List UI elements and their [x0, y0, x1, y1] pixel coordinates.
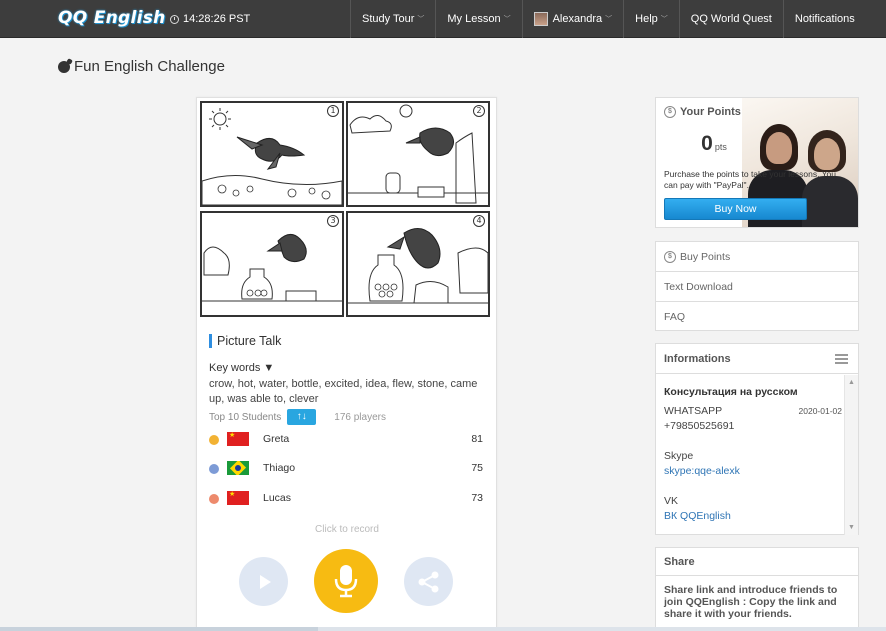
- whatsapp-label: WHATSAPP: [664, 405, 723, 417]
- informations-header: Informations: [656, 344, 858, 374]
- quick-links: $ Buy Points Text Download FAQ: [655, 241, 859, 331]
- panel-number: 1: [327, 105, 339, 117]
- chevron-down-icon: ﹀: [660, 16, 668, 23]
- nav-notifications[interactable]: Notifications: [782, 0, 866, 38]
- key-words-toggle[interactable]: Key words ▼: [209, 362, 274, 374]
- buy-now-button[interactable]: Buy Now: [664, 198, 807, 220]
- nav-study-tour[interactable]: Study Tour ﹀: [350, 0, 435, 38]
- student-row: Lucas 73: [209, 489, 483, 507]
- clock-time: 14:28:26 PST: [183, 13, 251, 25]
- play-icon: [259, 574, 271, 589]
- skype-label: Skype: [664, 450, 694, 462]
- student-score: 73: [471, 492, 483, 504]
- points-value: 0 pts: [701, 132, 727, 155]
- student-name: Thiago: [263, 462, 296, 474]
- top-students-label: Top 10 Students: [209, 411, 282, 423]
- china-flag-icon: [227, 431, 249, 446]
- page-title: Fun English Challenge: [58, 58, 225, 75]
- top-students-header: Top 10 Students ↑↓ 176 players: [209, 409, 386, 425]
- panel-number: 4: [473, 215, 485, 227]
- informations-scrollbar[interactable]: ▲ ▼: [844, 375, 858, 535]
- horizontal-scrollbar[interactable]: [0, 627, 886, 631]
- chevron-down-icon: ﹀: [503, 16, 511, 23]
- scroll-down-icon[interactable]: ▼: [848, 524, 855, 531]
- top-navigation-bar: QQ English 14:28:26 PST Study Tour ﹀ My L…: [0, 0, 886, 38]
- buy-points-link[interactable]: $ Buy Points: [656, 242, 858, 272]
- share-button[interactable]: [404, 557, 453, 606]
- nav-user-menu[interactable]: Alexandra ﹀: [521, 0, 624, 38]
- comic-panel-4: 4: [346, 211, 490, 317]
- student-score: 81: [471, 433, 483, 445]
- chevron-down-icon: ﹀: [417, 16, 425, 23]
- faq-link[interactable]: FAQ: [656, 302, 858, 332]
- chevron-down-icon: ﹀: [605, 16, 613, 23]
- nav-help[interactable]: Help ﹀: [623, 0, 679, 38]
- crow-thinking-illustration: [348, 104, 488, 204]
- players-count: 176 players: [334, 411, 386, 423]
- coin-icon: $: [664, 106, 676, 118]
- scroll-up-icon[interactable]: ▲: [848, 379, 855, 386]
- clock-icon: [170, 14, 179, 24]
- panel-number: 2: [473, 105, 485, 117]
- points-panel: $ Your Points 0 pts Purchase the points t…: [655, 97, 859, 228]
- share-panel: Share Share link and introduce friends t…: [655, 547, 859, 631]
- avatar: [533, 12, 548, 26]
- panel-number: 3: [327, 215, 339, 227]
- crow-flying-illustration: [202, 108, 342, 205]
- coin-icon: $: [664, 250, 676, 263]
- student-row: Greta 81: [209, 430, 483, 448]
- microphone-icon: [334, 565, 358, 598]
- informations-content: Консультация на русском WHATSAPP 2020-01…: [656, 375, 842, 535]
- play-button[interactable]: [239, 557, 288, 606]
- list-icon[interactable]: [835, 353, 848, 364]
- silver-medal-icon: [209, 461, 219, 475]
- informations-panel: Informations Консультация на русском WHA…: [655, 343, 859, 535]
- info-date: 2020-01-02: [798, 406, 842, 416]
- main-nav: Study Tour ﹀ My Lesson ﹀ Alexandra ﹀ Help ﹀ …: [350, 0, 866, 38]
- skype-link[interactable]: skype:qqe-alexk: [664, 464, 842, 479]
- share-title: Share: [656, 548, 858, 576]
- bronze-medal-icon: [209, 491, 219, 505]
- nav-my-lesson[interactable]: My Lesson ﹀: [435, 0, 521, 38]
- student-score: 75: [471, 462, 483, 474]
- student-name: Lucas: [263, 492, 292, 504]
- record-hint: Click to record: [315, 524, 379, 535]
- qq-english-logo[interactable]: QQ English: [58, 8, 166, 32]
- share-description: Share link and introduce friends to join…: [664, 584, 838, 620]
- sort-button[interactable]: ↑↓: [287, 409, 317, 425]
- crow-drinking-illustration: [348, 228, 488, 304]
- bomb-icon: [58, 60, 70, 73]
- record-button[interactable]: [314, 549, 378, 613]
- points-title: $ Your Points: [664, 106, 741, 118]
- comic-strip: 1 2 3 4: [200, 101, 494, 319]
- scrollbar-thumb[interactable]: [0, 627, 318, 631]
- whatsapp-number: +79850525691: [664, 420, 735, 432]
- clock: 14:28:26 PST: [170, 13, 250, 25]
- gold-medal-icon: [209, 432, 219, 446]
- picture-talk-label: Picture Talk: [209, 334, 281, 348]
- share-icon: [418, 571, 438, 592]
- brazil-flag-icon: [227, 461, 249, 475]
- text-download-link[interactable]: Text Download: [656, 272, 858, 302]
- comic-panel-2: 2: [346, 101, 490, 207]
- crow-with-stone-illustration: [202, 234, 342, 302]
- vk-label: VK: [664, 495, 679, 507]
- points-description: Purchase the points to take your lessons…: [664, 169, 837, 190]
- china-flag-icon: [227, 490, 249, 505]
- comic-panel-1: 1: [200, 101, 344, 207]
- student-row: Thiago 75: [209, 459, 483, 477]
- key-words-list: crow, hot, water, bottle, excited, idea,…: [209, 378, 478, 405]
- vk-link[interactable]: ВК QQEnglish: [664, 509, 842, 524]
- student-name: Greta: [263, 433, 290, 445]
- nav-qq-world-quest[interactable]: QQ World Quest: [678, 0, 783, 38]
- challenge-card: 1 2 3 4 Picture Talk Key words ▼ crow, h…: [196, 97, 497, 631]
- russian-consultation-title: Консультация на русском: [664, 386, 798, 398]
- comic-panel-3: 3: [200, 211, 344, 317]
